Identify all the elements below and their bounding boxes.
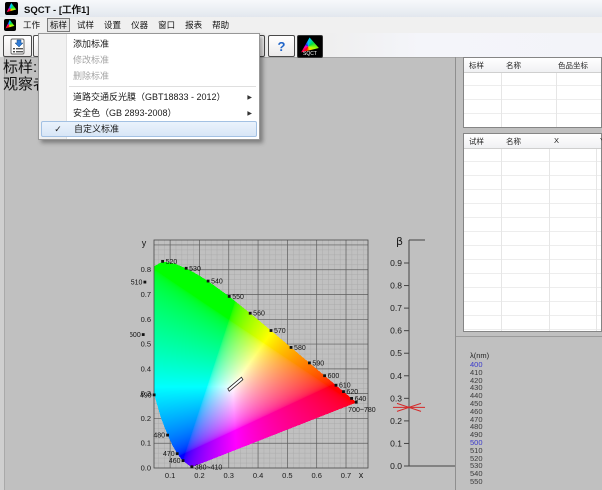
checkmark-icon: ✓ <box>42 122 74 136</box>
menubar-item-帮助[interactable]: 帮助 <box>209 18 232 32</box>
col-name[interactable]: 名称 <box>506 136 521 147</box>
menubar-item-试样[interactable]: 试样 <box>74 18 97 32</box>
menu-item-安全色（GB 2893-2008）[interactable]: 安全色（GB 2893-2008） ▶ <box>39 105 259 121</box>
wavelength-items: 4004104204304404504604704804905005105205… <box>470 361 483 486</box>
menu-item-label: 删除标准 <box>73 71 109 81</box>
help-button[interactable]: ? <box>268 35 295 57</box>
menu-bar: 工作标样试样设置仪器窗口报表帮助 <box>0 17 602 34</box>
sqct-logo-label: SQCT <box>298 51 322 57</box>
col-sample[interactable]: 试样 <box>469 136 484 147</box>
application-window: SQCT - [工作1] 工作标样试样设置仪器窗口报表帮助 <box>0 0 602 490</box>
col-x[interactable]: X <box>554 136 559 145</box>
menu-item-修改标准[interactable]: 修改标准 <box>39 52 259 68</box>
menu-item-label: 修改标准 <box>73 55 109 65</box>
menubar-item-窗口[interactable]: 窗口 <box>155 18 178 32</box>
app-icon <box>5 2 18 15</box>
standards-dropdown-menu: 添加标准修改标准删除标准道路交通反光膜（GBT18833 - 2012）▶安全色… <box>38 33 260 140</box>
menubar-item-报表[interactable]: 报表 <box>182 18 205 32</box>
menubar-item-仪器[interactable]: 仪器 <box>128 18 151 32</box>
col-chromaticity[interactable]: 色品坐标 <box>558 60 588 71</box>
standards-table-header[interactable]: 标样 名称 色品坐标 <box>464 58 601 73</box>
client-left-edge <box>0 57 5 490</box>
menubar-item-标样[interactable]: 标样 <box>47 18 70 32</box>
sqct-about-button[interactable]: SQCT <box>297 35 323 58</box>
submenu-arrow-icon: ▶ <box>247 106 252 122</box>
load-standard-button[interactable] <box>3 35 32 57</box>
standards-table[interactable]: 标样 名称 色品坐标 <box>463 57 602 128</box>
wavelength-header: λ(nm) <box>470 351 489 360</box>
menu-item-label: 添加标准 <box>73 39 109 49</box>
document-list-download-icon <box>9 38 27 55</box>
wavelength-item-550[interactable]: 550 <box>470 478 483 486</box>
wavelength-panel: λ(nm) 4004104204304404504604704804905005… <box>456 336 602 490</box>
col-standard[interactable]: 标样 <box>469 60 484 71</box>
sqct-logo-icon: SQCT <box>298 36 322 57</box>
menu-item-label: 道路交通反光膜（GBT18833 - 2012） <box>73 92 226 102</box>
title-bar[interactable]: SQCT - [工作1] <box>0 0 602 18</box>
menubar-items: 工作标样试样设置仪器窗口报表帮助 <box>18 18 234 32</box>
gamut-shape-icon <box>6 3 17 14</box>
menubar-item-工作[interactable]: 工作 <box>20 18 43 32</box>
samples-table[interactable]: 试样 名称 X Y <box>463 133 602 332</box>
menu-item-删除标准[interactable]: 删除标准 <box>39 68 259 84</box>
menu-item-添加标准[interactable]: 添加标准 <box>39 36 259 52</box>
question-mark-icon: ? <box>278 40 286 53</box>
col-name[interactable]: 名称 <box>506 60 521 71</box>
cie-chromaticity-diagram[interactable] <box>130 232 380 482</box>
mdi-child-icon <box>4 19 16 31</box>
standards-menu-list: 添加标准修改标准删除标准道路交通反光膜（GBT18833 - 2012）▶安全色… <box>39 36 259 137</box>
samples-table-header[interactable]: 试样 名称 X Y <box>464 134 601 149</box>
menu-item-label: 自定义标准 <box>74 124 119 134</box>
menu-item-道路交通反光膜（GBT18833 - 2012）[interactable]: 道路交通反光膜（GBT18833 - 2012） ▶ <box>39 89 259 105</box>
window-title: SQCT - [工作1] <box>24 2 89 16</box>
gamut-shape-icon <box>5 19 16 29</box>
beta-axis <box>376 228 460 484</box>
menu-item-label: 安全色（GB 2893-2008） <box>73 108 177 118</box>
menubar-item-设置[interactable]: 设置 <box>101 18 124 32</box>
menu-item-自定义标准[interactable]: ✓自定义标准 <box>41 121 257 137</box>
submenu-arrow-icon: ▶ <box>247 90 252 106</box>
menu-separator <box>69 86 256 87</box>
